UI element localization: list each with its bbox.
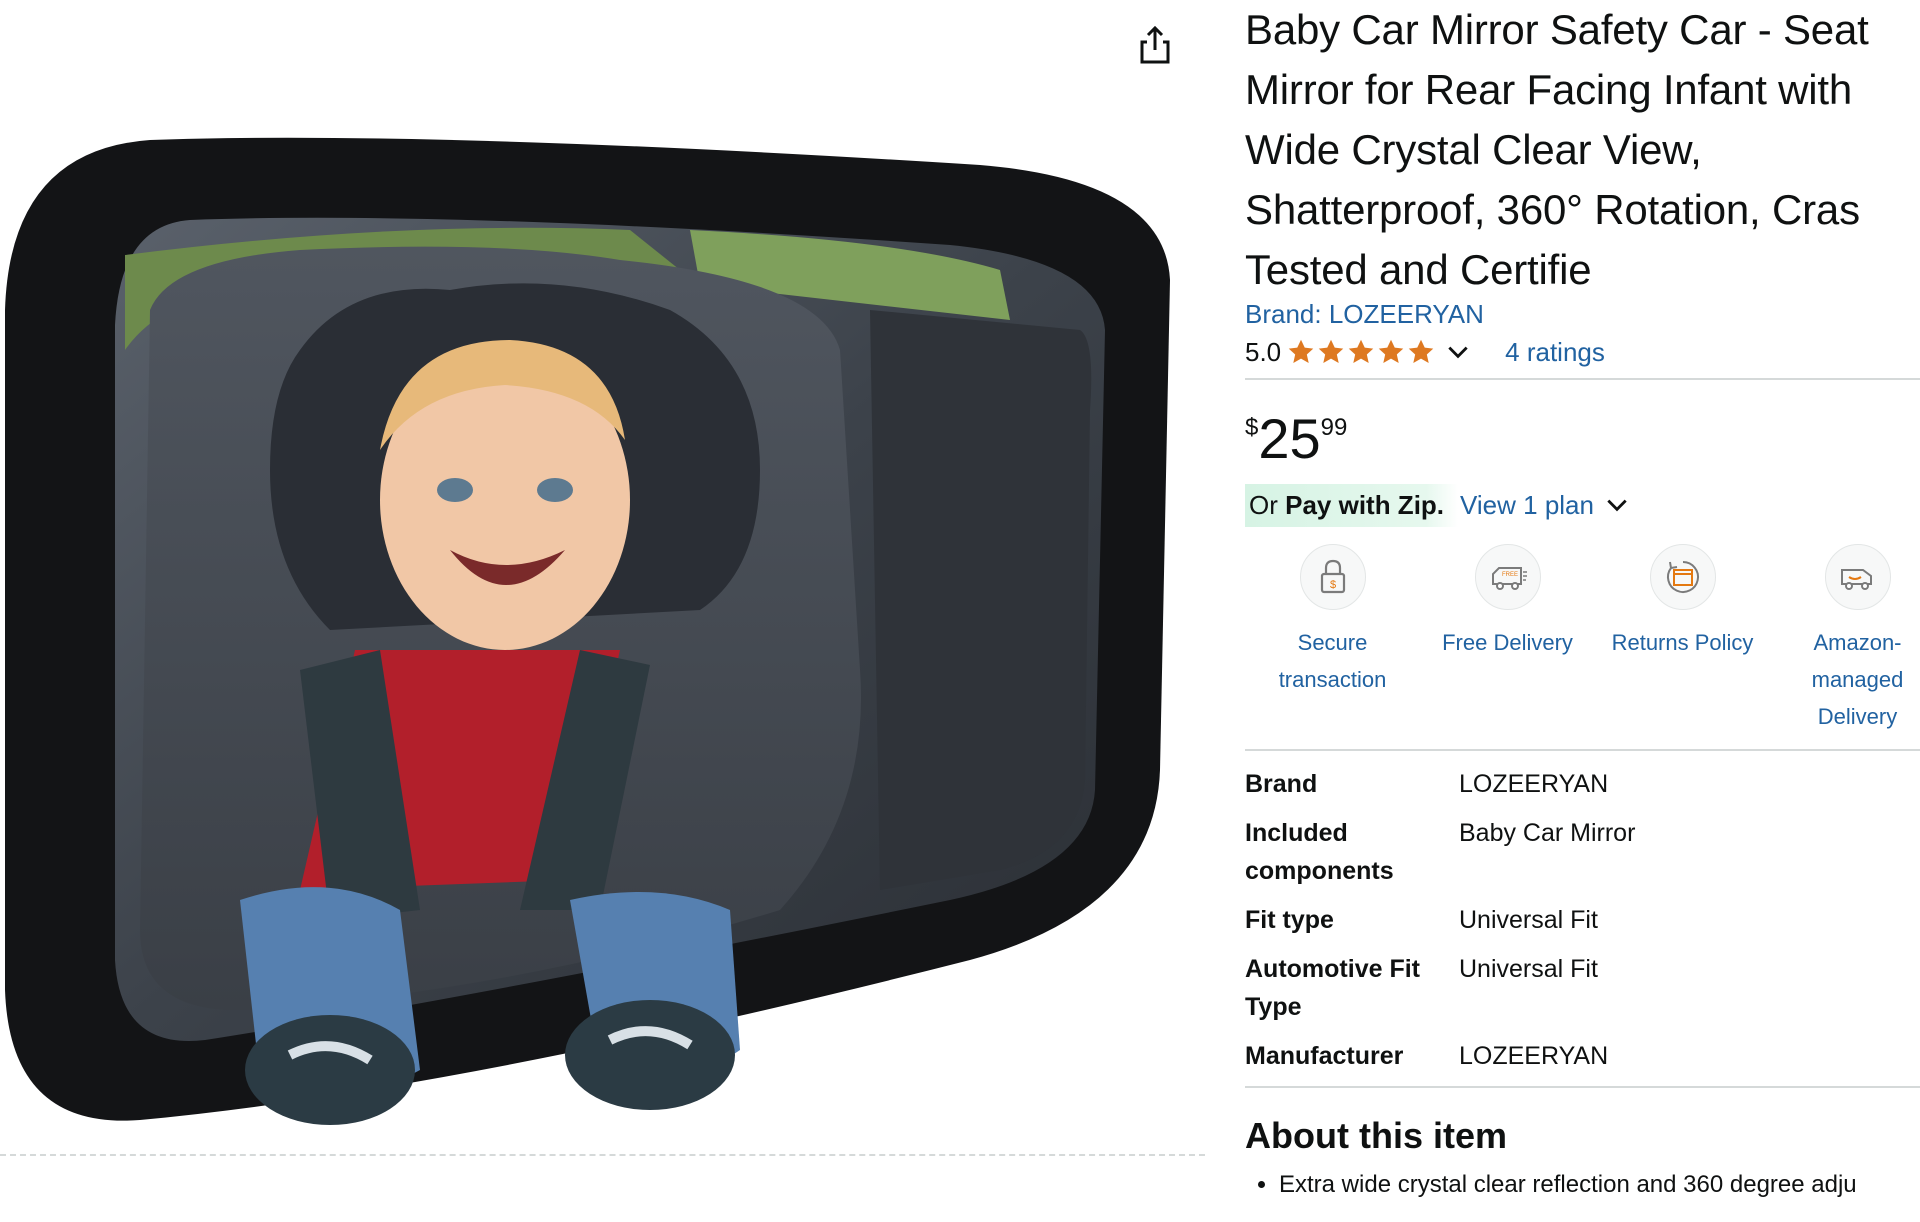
zip-payment-row: Or Pay with Zip. View 1 plan bbox=[1245, 482, 1920, 528]
returns-box-icon bbox=[1649, 544, 1716, 610]
spec-value: Universal Fit bbox=[1459, 906, 1598, 934]
spec-value: LOZEERYAN bbox=[1459, 1042, 1609, 1070]
chevron-down-icon[interactable] bbox=[1604, 492, 1630, 518]
product-title: Baby Car Mirror Safety Car - Seat Mirror… bbox=[1245, 6, 1869, 293]
product-info-panel: Baby Car Mirror Safety Car - Seat Mirror… bbox=[1245, 0, 1920, 1202]
feature-secure-transaction[interactable]: $ Secure transaction bbox=[1245, 544, 1420, 749]
feature-label: Free Delivery bbox=[1442, 630, 1573, 655]
svg-text:$: $ bbox=[1329, 579, 1335, 591]
divider bbox=[1245, 378, 1920, 380]
feature-amazon-delivery[interactable]: Amazon-managed Delivery bbox=[1770, 544, 1920, 749]
product-image[interactable] bbox=[0, 110, 1210, 1150]
star-rating[interactable] bbox=[1287, 338, 1435, 366]
secure-lock-icon: $ bbox=[1299, 544, 1366, 610]
free-delivery-truck-icon: FREE bbox=[1474, 544, 1541, 610]
chevron-down-icon[interactable] bbox=[1445, 339, 1471, 365]
price-whole: 25 bbox=[1258, 407, 1321, 470]
spec-value: LOZEERYAN bbox=[1459, 770, 1609, 798]
spec-key: Brand bbox=[1245, 770, 1318, 798]
feature-label: Secure transaction bbox=[1278, 630, 1387, 692]
star-icon bbox=[1318, 339, 1344, 363]
spec-key: Included components bbox=[1245, 819, 1394, 885]
zip-prefix: Or bbox=[1249, 489, 1286, 520]
about-list: Extra wide crystal clear reflection and … bbox=[1245, 1168, 1920, 1202]
baby-car-mirror-image bbox=[5, 137, 1170, 1125]
trust-features: $ Secure transaction FREE Free Delivery … bbox=[1245, 544, 1920, 749]
specs-table: Brand LOZEERYAN Included components Baby… bbox=[1245, 765, 1920, 1086]
spec-value: Universal Fit bbox=[1459, 955, 1598, 983]
spec-key: Automotive Fit Type bbox=[1245, 955, 1420, 1021]
price-currency: $ bbox=[1245, 414, 1259, 441]
star-icon bbox=[1408, 339, 1434, 363]
feature-returns-policy[interactable]: Returns Policy bbox=[1595, 544, 1770, 749]
zip-badge: Or Pay with Zip. bbox=[1245, 483, 1459, 527]
image-divider bbox=[0, 1154, 1205, 1156]
table-row: Manufacturer LOZEERYAN bbox=[1245, 1037, 1920, 1086]
view-plan-label: View 1 plan bbox=[1460, 489, 1594, 520]
view-plan-link[interactable]: View 1 plan bbox=[1460, 490, 1594, 521]
price: $ 25 99 bbox=[1245, 410, 1920, 470]
feature-free-delivery[interactable]: FREE Free Delivery bbox=[1420, 544, 1595, 749]
share-icon bbox=[1140, 25, 1170, 64]
spec-value: Baby Car Mirror bbox=[1459, 819, 1636, 847]
list-item: Extra wide crystal clear reflection and … bbox=[1279, 1168, 1920, 1202]
star-icon bbox=[1288, 339, 1314, 363]
brand-link[interactable]: Brand: LOZEERYAN bbox=[1245, 296, 1484, 332]
amazon-delivery-van-icon bbox=[1824, 544, 1891, 610]
table-row: Included components Baby Car Mirror bbox=[1245, 814, 1920, 901]
ratings-count-link[interactable]: 4 ratings bbox=[1505, 337, 1605, 368]
rating-score: 5.0 bbox=[1245, 336, 1282, 367]
feature-label: Returns Policy bbox=[1611, 630, 1754, 655]
rating-row: 5.0 4 ratings bbox=[1245, 332, 1920, 372]
price-fraction: 99 bbox=[1320, 414, 1348, 441]
spec-key: Fit type bbox=[1245, 906, 1334, 934]
spec-key: Manufacturer bbox=[1245, 1042, 1404, 1070]
feature-label: Amazon-managed Delivery bbox=[1811, 630, 1904, 729]
table-row: Fit type Universal Fit bbox=[1245, 901, 1920, 950]
star-icon bbox=[1378, 339, 1404, 363]
table-row: Automotive Fit Type Universal Fit bbox=[1245, 950, 1920, 1037]
svg-text:FREE: FREE bbox=[1501, 572, 1517, 578]
share-button[interactable] bbox=[1130, 20, 1180, 70]
divider bbox=[1245, 1086, 1920, 1088]
zip-pay-text: Pay with Zip. bbox=[1285, 489, 1445, 520]
table-row: Brand LOZEERYAN bbox=[1245, 765, 1920, 814]
star-icon bbox=[1348, 339, 1374, 363]
about-heading: About this item bbox=[1245, 1115, 1507, 1156]
divider bbox=[1245, 749, 1920, 751]
